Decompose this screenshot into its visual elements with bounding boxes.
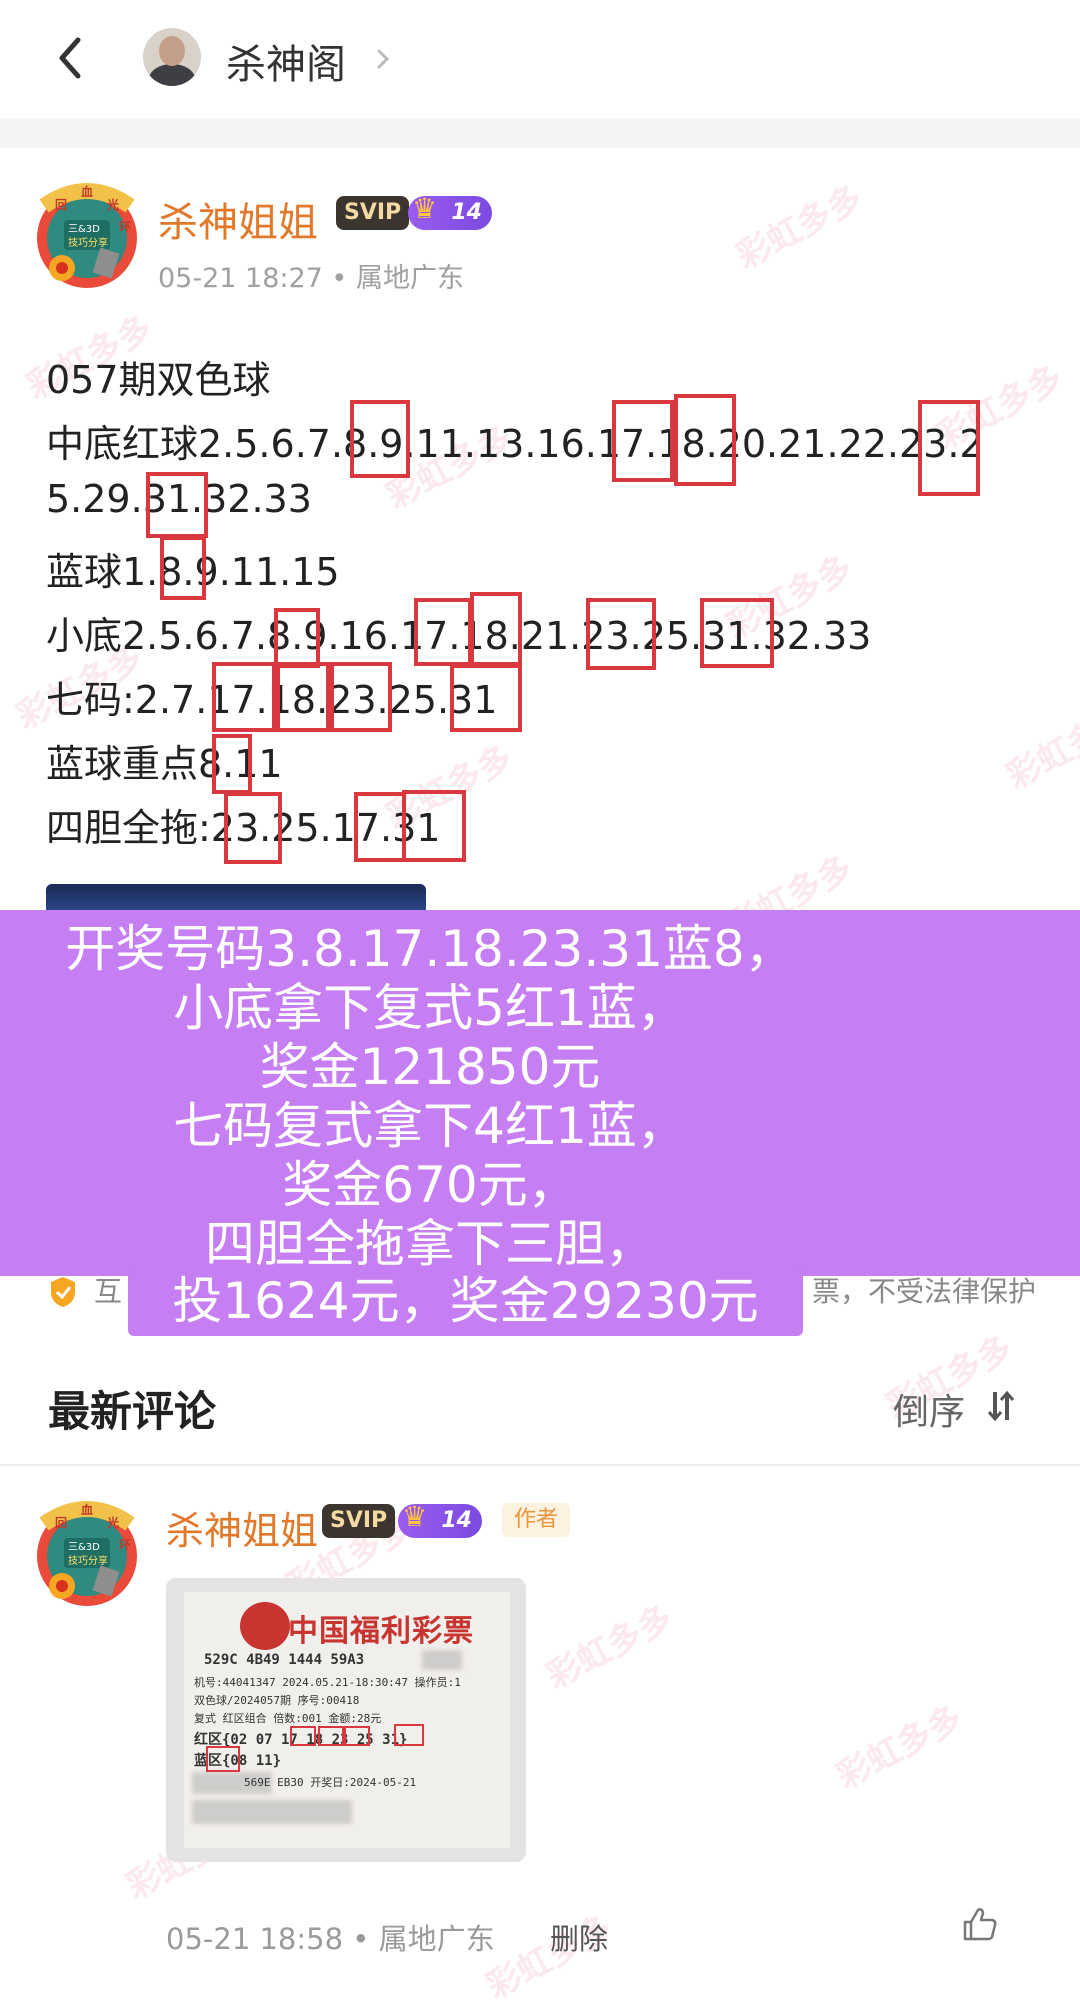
- ticket-line: 529C 4B49 1444 59A3: [204, 1652, 365, 1668]
- overlay-line: 投1624元，奖金29230元: [172, 1272, 759, 1330]
- svg-text:环: 环: [119, 1538, 131, 1552]
- sort-icon[interactable]: [986, 1388, 1016, 1424]
- welfare-lottery-logo: [240, 1602, 290, 1650]
- svg-text:三&3D: 三&3D: [68, 1542, 100, 1553]
- highlight-box: [450, 664, 522, 732]
- watermark: 彩虹多多: [1000, 698, 1080, 798]
- highlight-box: [276, 662, 330, 732]
- post-meta: 05-21 18:27 • 属地广东: [158, 263, 464, 294]
- result-overlay: 开奖号码3.8.17.18.23.31蓝8， 小底拿下复式5红1蓝， 奖金121…: [0, 910, 1080, 1276]
- ticket-brand: 中国福利彩票: [288, 1614, 474, 1649]
- svip-badge: SVIP: [336, 196, 410, 230]
- highlight-box: [586, 598, 656, 670]
- svg-text:光: 光: [106, 197, 119, 212]
- post-line: 中底红球2.5.6.7.8.9.11.13.16.17.18.20.21.22.…: [46, 422, 984, 466]
- shield-check-icon: [51, 1277, 75, 1307]
- svg-text:血: 血: [81, 1502, 93, 1517]
- post-line: 057期双色球: [46, 358, 271, 402]
- commenter-avatar[interactable]: 回 血 光 环 三&3D 技巧分享: [28, 1494, 146, 1612]
- highlight-box: [290, 1726, 316, 1746]
- disclaimer-text: 票，不受法律保护: [812, 1275, 1037, 1308]
- commenter-name[interactable]: 杀神姐姐: [166, 1500, 318, 1555]
- author-name[interactable]: 杀神姐姐: [158, 190, 318, 248]
- crown-icon: ♛: [412, 192, 438, 225]
- blurred-area: [422, 1650, 462, 1670]
- svg-text:技巧分享: 技巧分享: [68, 236, 108, 249]
- blurred-area: [192, 1800, 352, 1824]
- overlay-line: 奖金121850元: [259, 1038, 601, 1096]
- watermark: 彩虹多多: [540, 1598, 680, 1698]
- overlay-line: 开奖号码3.8.17.18.23.31蓝8，: [65, 920, 795, 978]
- highlight-box: [318, 1726, 344, 1746]
- highlight-box: [350, 400, 410, 478]
- author-avatar[interactable]: 回 血 光 环 三&3D 技巧分享: [28, 176, 146, 294]
- svg-text:血: 血: [81, 184, 93, 199]
- level-badge: ♛ 14: [408, 192, 492, 230]
- highlight-box: [414, 598, 472, 666]
- highlight-box: [212, 734, 252, 794]
- svg-text:回: 回: [55, 1516, 67, 1530]
- highlight-box: [224, 792, 282, 864]
- delete-button[interactable]: 删除: [550, 1916, 608, 1958]
- author-tag: 作者: [502, 1503, 571, 1537]
- thumbs-up-icon[interactable]: [960, 1904, 1000, 1944]
- divider: [0, 1464, 1080, 1466]
- svg-text:技巧分享: 技巧分享: [68, 1554, 108, 1567]
- highlight-box: [674, 394, 736, 486]
- highlight-box: [612, 400, 674, 482]
- watermark: 彩虹多多: [830, 1698, 970, 1798]
- svg-text:光: 光: [106, 1515, 119, 1530]
- group-title[interactable]: 杀神阁: [226, 32, 346, 90]
- highlight-box: [274, 608, 320, 668]
- highlight-box: [700, 598, 774, 668]
- highlight-box: [212, 662, 276, 732]
- ticket-line: 双色球/2024057期 序号:00418: [194, 1694, 360, 1707]
- ticket-paper: 中国福利彩票 529C 4B49 1444 59A3 机号:44041347 2…: [184, 1592, 510, 1848]
- ticket-line: 复式 红区组合 倍数:001 金额:28元: [194, 1712, 382, 1725]
- highlight-box: [394, 1724, 424, 1746]
- highlight-box: [918, 400, 980, 496]
- ticket-photo[interactable]: 中国福利彩票 529C 4B49 1444 59A3 机号:44041347 2…: [166, 1578, 526, 1862]
- overlay-line: 小底拿下复式5红1蓝，: [173, 979, 687, 1037]
- level-badge: ♛ 14: [398, 1500, 482, 1538]
- ticket-line: 569E EB30 开奖日:2024-05-21: [244, 1776, 417, 1789]
- svg-text:三&3D: 三&3D: [68, 224, 100, 235]
- chevron-right-icon[interactable]: [374, 44, 392, 74]
- comments-title: 最新评论: [48, 1387, 217, 1436]
- highlight-box: [402, 790, 466, 862]
- crown-icon: ♛: [402, 1500, 428, 1533]
- watermark: 彩虹多多: [730, 178, 870, 278]
- highlight-box: [354, 792, 406, 862]
- highlight-box: [344, 1726, 370, 1746]
- overlay-line: 奖金670元，: [282, 1156, 578, 1214]
- highlight-box: [146, 472, 208, 538]
- ticket-line: 机号:44041347 2024.05.21-18:30:47 操作员:1: [194, 1676, 461, 1689]
- highlight-box: [470, 592, 522, 666]
- highlight-box: [206, 1746, 240, 1772]
- overlay-line: 七码复式拿下4红1蓝，: [173, 1097, 687, 1155]
- highlight-box: [330, 662, 392, 732]
- svip-badge: SVIP: [322, 1504, 396, 1538]
- overlay-line: 四胆全拖拿下三胆，: [205, 1215, 655, 1273]
- svg-text:回: 回: [55, 198, 67, 212]
- back-arrow-icon[interactable]: [50, 30, 90, 86]
- section-divider: [0, 118, 1080, 148]
- group-avatar[interactable]: [143, 28, 201, 86]
- highlight-box: [160, 536, 206, 600]
- sort-toggle[interactable]: 倒序: [893, 1383, 965, 1435]
- disclaimer-text: 互: [94, 1275, 123, 1308]
- svg-text:环: 环: [119, 220, 131, 234]
- comment-meta: 05-21 18:58 • 属地广东: [166, 1922, 495, 1956]
